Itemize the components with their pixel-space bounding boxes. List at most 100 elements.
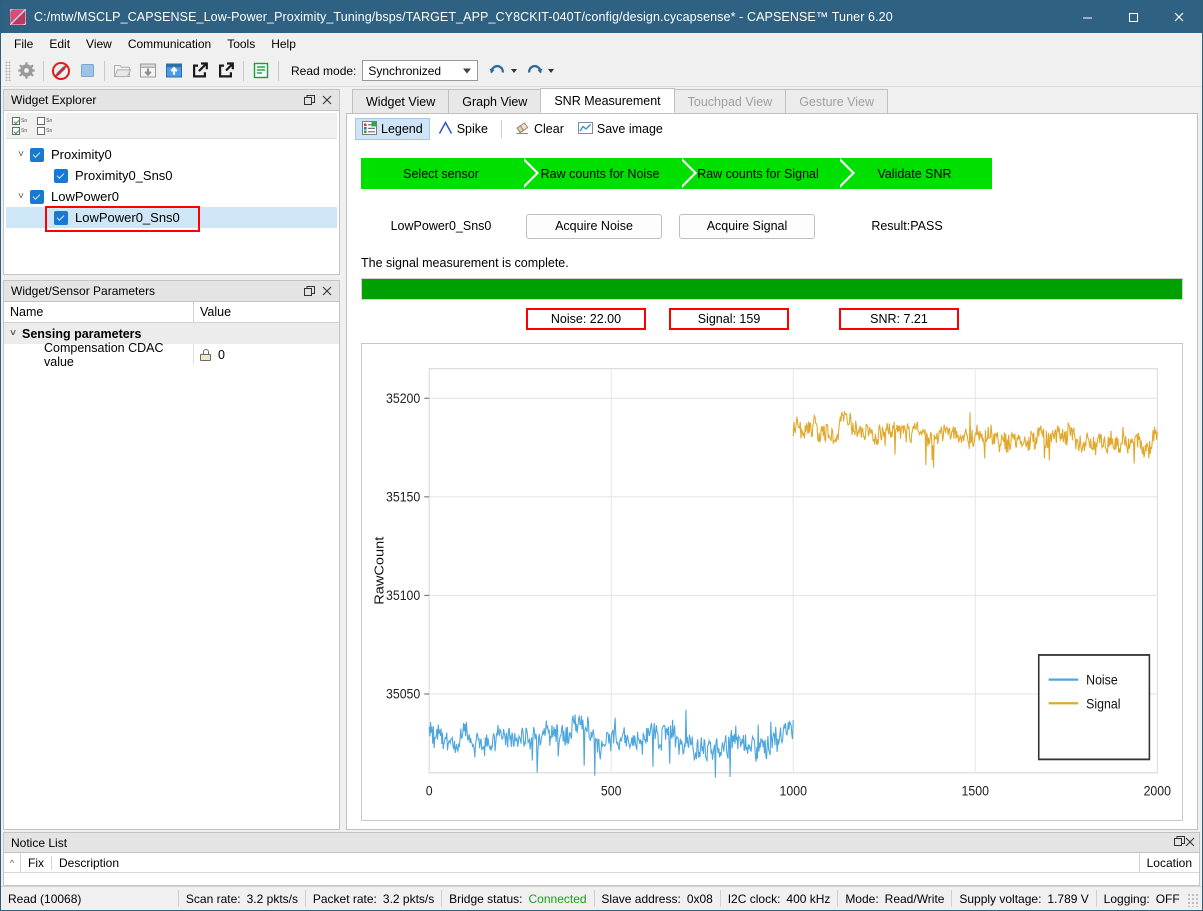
notice-list-title: Notice List	[11, 835, 68, 850]
tab-graph-view[interactable]: Graph View	[448, 89, 542, 113]
tab-widget-view[interactable]: Widget View	[352, 89, 450, 113]
uncheck-all-label-1: Sn	[46, 117, 53, 124]
step-chevron-icon	[521, 158, 536, 188]
tick-label-x: 1500	[962, 783, 989, 799]
param-value-cell[interactable]: 0	[194, 348, 339, 362]
menu-file[interactable]: File	[6, 34, 41, 54]
import-icon[interactable]	[187, 58, 213, 84]
status-slave-address-value: 0x08	[686, 891, 713, 906]
widget-explorer-float-button[interactable]	[301, 92, 318, 109]
status-supply-voltage-value: 1.789 V	[1047, 891, 1089, 906]
signal-metric: Signal: 159	[669, 308, 789, 330]
menu-view[interactable]: View	[78, 34, 120, 54]
notice-sort-caret-icon[interactable]: ^	[4, 858, 20, 868]
gear-icon[interactable]	[13, 58, 39, 84]
notice-list-close-button[interactable]	[1185, 836, 1195, 850]
step-select-sensor: Select sensor	[361, 158, 539, 189]
redo-icon[interactable]	[521, 58, 547, 84]
acquire-signal-button[interactable]: Acquire Signal	[679, 213, 815, 239]
step-validate-snr: Validate SNR	[837, 158, 992, 189]
maximize-button[interactable]	[1110, 1, 1156, 33]
save-image-button-label: Save image	[596, 122, 663, 136]
status-bar: Read (10068) Scan rate: 3.2 pkts/s Packet r…	[1, 886, 1202, 910]
minimize-button[interactable]	[1064, 1, 1110, 33]
tree-item-proximity0_sns0[interactable]: Proximity0_Sns0	[6, 165, 337, 186]
undo-dropdown-caret-icon[interactable]	[511, 68, 518, 73]
toolbar-separator-2	[104, 60, 105, 81]
close-button[interactable]	[1156, 1, 1202, 33]
write-to-device-icon[interactable]	[161, 58, 187, 84]
main-toolbar: Read mode: Synchronized	[1, 55, 1202, 87]
save-image-icon	[577, 121, 593, 138]
menu-communication[interactable]: Communication	[120, 34, 219, 54]
spike-button[interactable]: Spike	[432, 118, 494, 140]
step-label: Select sensor	[403, 166, 479, 181]
legend-button[interactable]: Legend	[355, 118, 430, 140]
status-packet-rate: Packet rate: 3.2 pkts/s	[306, 887, 441, 910]
status-read-count: Read (10068)	[1, 887, 178, 910]
notice-col-fix[interactable]: Fix	[20, 853, 51, 872]
toolbar-separator-3	[243, 60, 244, 81]
menu-edit[interactable]: Edit	[41, 34, 78, 54]
step-label: Raw counts for Noise	[540, 166, 660, 181]
clear-button-label: Clear	[534, 122, 564, 136]
disconnect-icon[interactable]	[48, 58, 74, 84]
application-window: C:/mtw/MSCLP_CAPSENSE_Low-Power_Proximit…	[0, 0, 1203, 911]
step-chevron-icon	[837, 158, 852, 188]
snr-progress-bar	[361, 278, 1183, 300]
parameters-body: Name Value ˅ Sensing parameters Compensa…	[3, 301, 340, 830]
checkbox-icon[interactable]	[54, 168, 68, 183]
parameters-float-button[interactable]	[301, 283, 318, 300]
open-file-icon[interactable]	[109, 58, 135, 84]
expander-icon[interactable]: ˅	[12, 191, 30, 202]
export-icon[interactable]	[213, 58, 239, 84]
tab-snr-measurement[interactable]: SNR Measurement	[540, 88, 675, 113]
group-expander-icon[interactable]: ˅	[4, 328, 22, 339]
step-raw-counts-for-noise: Raw counts for Noise	[521, 158, 697, 189]
step-chevron-icon	[679, 158, 694, 188]
redo-dropdown-caret-icon[interactable]	[548, 68, 555, 73]
checkbox-icon[interactable]	[30, 147, 44, 162]
snr-measurement-pane: Select sensor Raw counts for Noise Raw cou…	[346, 144, 1198, 830]
tree-item-lowpower0_sns0[interactable]: LowPower0_Sns0	[6, 206, 337, 232]
status-supply-voltage-label: Supply voltage:	[959, 891, 1042, 906]
widget-explorer-title: Widget Explorer	[11, 93, 97, 107]
status-scan-rate-value: 3.2 pkts/s	[246, 891, 298, 906]
parameters-close-button[interactable]	[318, 283, 335, 300]
menu-help[interactable]: Help	[263, 34, 304, 54]
expander-icon[interactable]: ˅	[12, 149, 30, 160]
notice-col-location[interactable]: Location	[1138, 853, 1199, 872]
undo-icon[interactable]	[484, 58, 510, 84]
check-all-icon[interactable]: Sn Sn	[12, 116, 27, 135]
notice-list-float-button[interactable]	[1174, 835, 1185, 850]
acquire-noise-button[interactable]: Acquire Noise	[526, 213, 662, 239]
checkbox-icon[interactable]	[30, 189, 44, 204]
undo-redo-group	[484, 58, 558, 84]
tree-item-lowpower0[interactable]: ˅ LowPower0	[6, 186, 337, 207]
status-logging-label: Logging:	[1103, 891, 1150, 906]
checkbox-icon[interactable]	[54, 210, 68, 225]
read-mode-select[interactable]: Synchronized	[362, 60, 479, 81]
log-icon[interactable]	[248, 58, 274, 84]
parameters-col-value: Value	[200, 305, 232, 319]
toolbar-grip[interactable]	[5, 60, 11, 81]
read-from-device-icon[interactable]	[135, 58, 161, 84]
legend-label-noise: Noise	[1086, 672, 1118, 688]
notice-list-panel: Notice List ^ Fix Description Location	[1, 830, 1202, 886]
snr-chart[interactable]: 35050 35100 35150 35200 0 500 1000 1500 2000 RawC…	[361, 343, 1183, 821]
uncheck-all-icon[interactable]: Sn Sn	[37, 116, 53, 135]
menu-tools[interactable]: Tools	[219, 34, 263, 54]
resize-grip[interactable]	[1186, 893, 1199, 907]
snr-metric: SNR: 7.21	[839, 308, 959, 330]
save-image-button[interactable]: Save image	[572, 118, 669, 140]
notice-list-body: ^ Fix Description Location	[3, 852, 1200, 886]
notice-col-description[interactable]: Description	[51, 855, 1139, 870]
clear-button[interactable]: Clear	[509, 118, 570, 140]
table-row[interactable]: Compensation CDAC value 0	[4, 341, 339, 369]
spike-button-label: Spike	[456, 122, 488, 136]
stop-icon[interactable]	[74, 58, 100, 84]
tree-item-proximity0[interactable]: ˅ Proximity0	[6, 144, 337, 165]
status-bridge-status-label: Bridge status:	[449, 891, 523, 906]
widget-explorer-close-button[interactable]	[318, 92, 335, 109]
tick-label-x: 1000	[780, 783, 807, 799]
